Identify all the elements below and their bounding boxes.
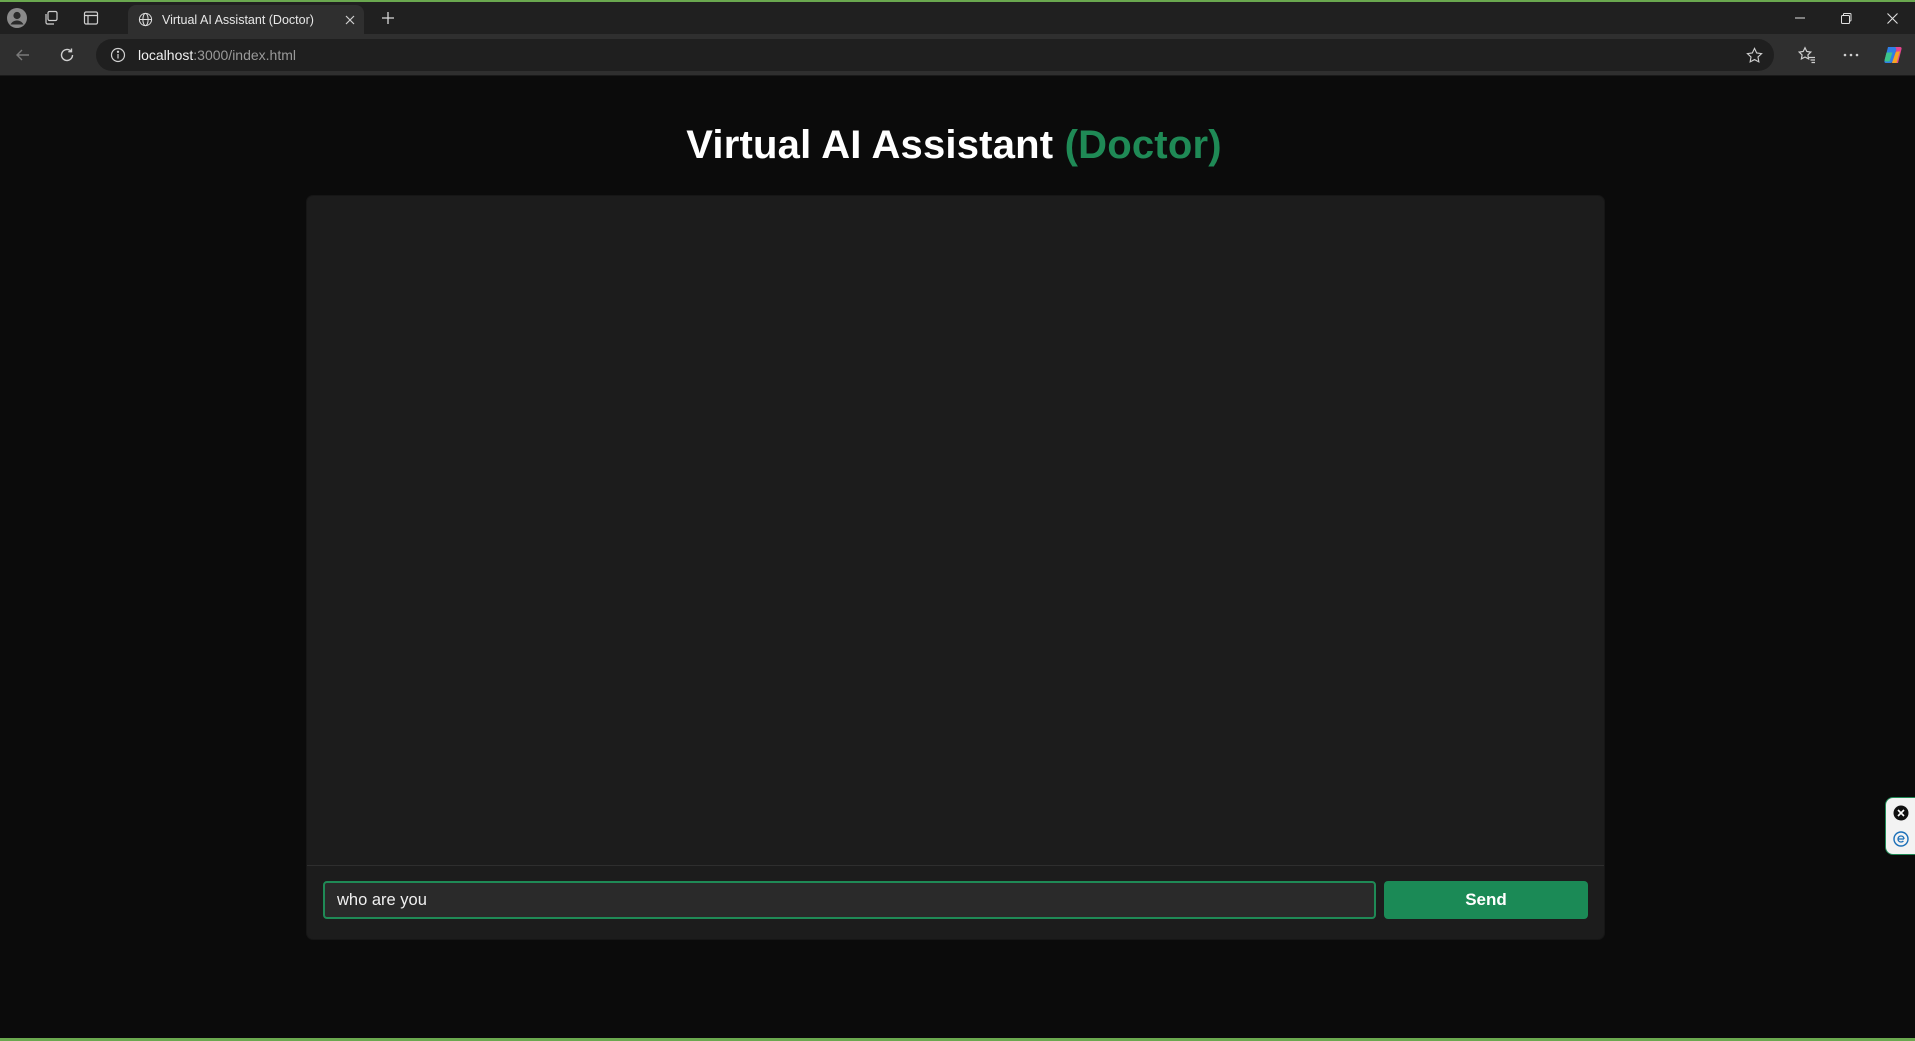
restore-icon[interactable] [1823,2,1869,34]
window-controls [1777,2,1915,34]
more-icon[interactable] [1835,40,1867,70]
chat-messages[interactable] [307,196,1604,865]
page-title-main: Virtual AI Assistant [686,123,1065,167]
browser-toolbar: localhost:3000/index.html [0,34,1915,76]
active-tab[interactable]: Virtual AI Assistant (Doctor) [128,5,364,34]
back-arrow-icon[interactable] [7,40,39,70]
address-bar[interactable]: localhost:3000/index.html [96,39,1774,71]
copilot-icon[interactable] [1877,40,1909,70]
globe-icon [138,12,153,27]
page-title: Virtual AI Assistant (Doctor) [0,123,1908,168]
close-icon[interactable] [336,15,364,25]
window-close-icon[interactable] [1869,2,1915,34]
tab-title: Virtual AI Assistant (Doctor) [162,12,314,27]
url-text: localhost:3000/index.html [138,47,296,63]
send-button[interactable]: Send [1384,881,1588,919]
tab-actions-icon[interactable] [71,2,111,34]
profile-icon[interactable] [3,2,31,34]
widget-e-icon[interactable] [1892,830,1910,848]
tab-strip: Virtual AI Assistant (Doctor) [0,2,1915,34]
workspaces-icon[interactable] [31,2,71,34]
page-title-accent: (Doctor) [1064,123,1222,167]
minimize-icon[interactable] [1777,2,1823,34]
chat-container: Send [307,196,1604,939]
chat-divider [307,865,1604,866]
info-icon[interactable] [110,47,126,63]
new-tab-button[interactable] [372,4,404,32]
star-icon[interactable] [1742,43,1766,67]
browser-window: Virtual AI Assistant (Doctor) localhost:… [0,0,1915,1041]
message-input[interactable] [323,881,1376,919]
page-content: Virtual AI Assistant (Doctor) Send [0,77,1915,1038]
url-path: :3000/index.html [193,47,296,63]
widget-close-icon[interactable] [1892,804,1910,822]
favorites-icon[interactable] [1791,40,1823,70]
url-host: localhost [138,47,194,63]
side-floating-widget [1885,797,1915,855]
plus-icon [382,12,394,24]
refresh-icon[interactable] [51,40,83,70]
